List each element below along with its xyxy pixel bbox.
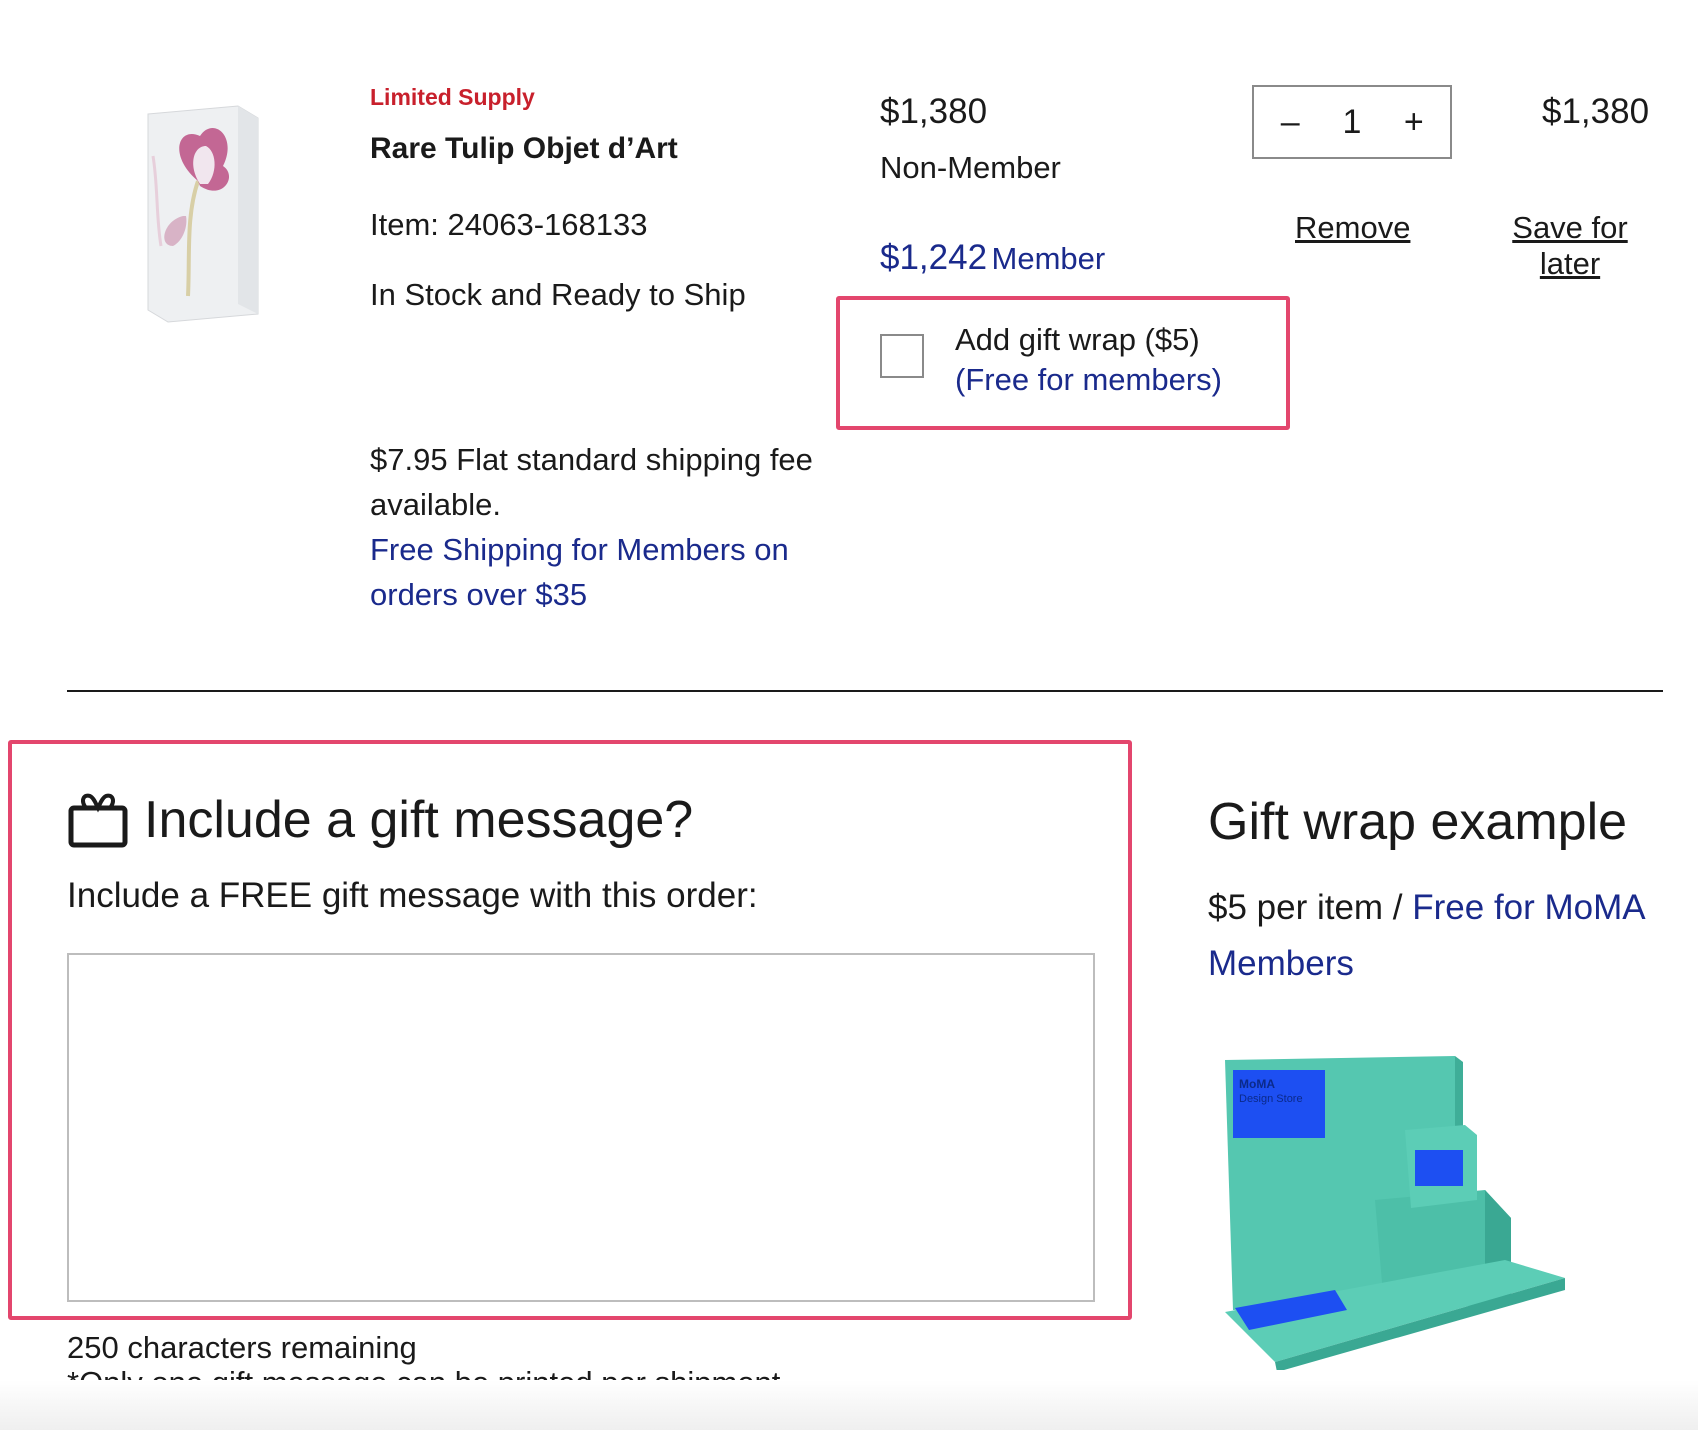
characters-remaining: 250 characters remaining <box>67 1330 417 1365</box>
gift-wrap-label-text: Add gift wrap ($5) <box>955 322 1200 357</box>
line-total: $1,380 <box>1542 92 1650 131</box>
box-label-store: Design Store <box>1239 1093 1303 1105</box>
item-number: Item: 24063-168133 <box>370 207 648 242</box>
remove-link[interactable]: Remove <box>1295 210 1410 246</box>
section-divider <box>67 690 1663 692</box>
gift-message-subtitle: Include a FREE gift message with this or… <box>67 876 758 915</box>
gift-wrap-checkbox[interactable] <box>880 334 924 378</box>
nonmember-price: $1,380 <box>880 92 988 131</box>
gift-wrap-example-price: $5 per item / Free for MoMA Members <box>1208 880 1648 992</box>
quantity-value[interactable]: 1 <box>1343 103 1362 142</box>
shipping-fee-text: $7.95 Flat standard shipping fee availab… <box>370 442 813 522</box>
stock-status: In Stock and Ready to Ship <box>370 277 746 312</box>
member-shipping-text: Free Shipping for Members on orders over… <box>370 532 789 612</box>
gift-wrap-member-note: (Free for members) <box>955 362 1222 397</box>
limited-supply-badge: Limited Supply <box>370 84 535 110</box>
box-label-brand: MoMA <box>1239 1077 1275 1091</box>
gift-message-textarea[interactable] <box>67 953 1095 1302</box>
member-price-label: Member <box>991 241 1106 276</box>
gift-icon <box>68 793 128 848</box>
product-image[interactable] <box>128 96 278 336</box>
shipping-info: $7.95 Flat standard shipping fee availab… <box>370 437 830 617</box>
gift-wrap-price-text: $5 per item / <box>1208 888 1413 927</box>
product-name[interactable]: Rare Tulip Objet d’Art <box>370 132 678 166</box>
gift-wrap-label[interactable]: Add gift wrap ($5) (Free for members) <box>955 320 1222 400</box>
gift-wrap-example-image: MoMA Design Store <box>1225 1056 1565 1370</box>
gift-message-title: Include a gift message? <box>144 791 694 849</box>
nonmember-label: Non-Member <box>880 150 1061 185</box>
page-bottom-fade <box>0 1380 1698 1430</box>
gift-wrap-example-title: Gift wrap example <box>1208 793 1628 851</box>
member-price-amount: $1,242 <box>880 238 988 277</box>
quantity-stepper: – 1 + <box>1252 85 1452 159</box>
quantity-decrement-button[interactable]: – <box>1270 103 1310 142</box>
quantity-increment-button[interactable]: + <box>1394 103 1434 142</box>
member-price: $1,242 Member <box>880 238 1105 278</box>
save-for-later-link[interactable]: Save for later <box>1510 210 1630 282</box>
